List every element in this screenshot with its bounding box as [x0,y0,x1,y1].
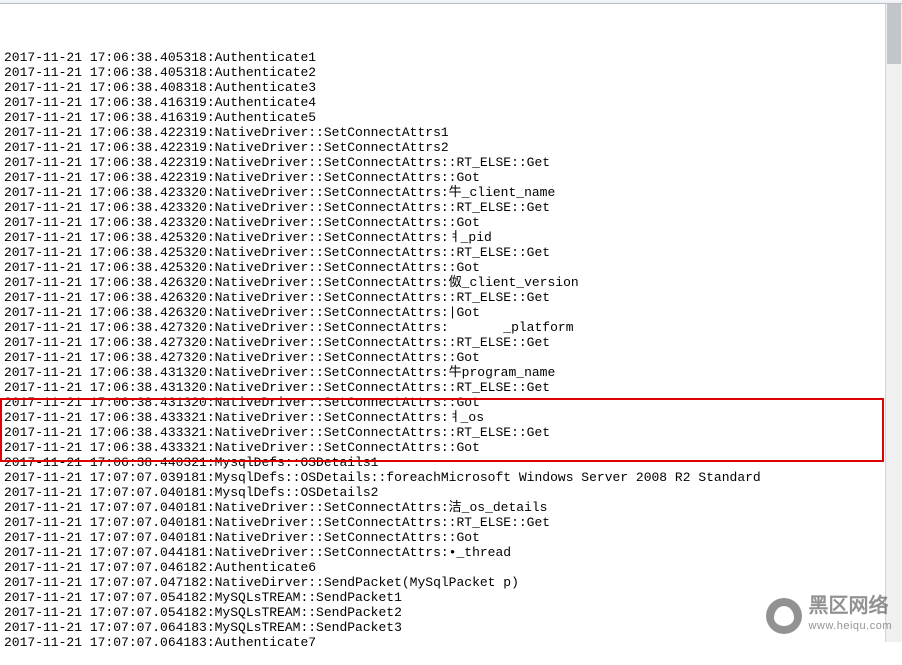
mushroom-icon [766,598,802,634]
log-line: 2017-11-21 17:06:38.416319:Authenticate5 [4,110,898,125]
log-line: 2017-11-21 17:06:38.423320:NativeDriver:… [4,200,898,215]
watermark-sub: www.heiqu.com [808,616,892,636]
log-line: 2017-11-21 17:07:07.040181:MysqlDefs::OS… [4,485,898,500]
log-line: 2017-11-21 17:06:38.405318:Authenticate1 [4,50,898,65]
log-line: 2017-11-21 17:06:38.423320:NativeDriver:… [4,185,898,200]
log-line: 2017-11-21 17:07:07.039181:MysqlDefs::OS… [4,470,898,485]
log-line: 2017-11-21 17:07:07.040181:NativeDriver:… [4,530,898,545]
log-line: 2017-11-21 17:06:38.422319:NativeDriver:… [4,140,898,155]
log-line: 2017-11-21 17:06:38.440321:MysqlDefs::OS… [4,455,898,470]
log-line: 2017-11-21 17:07:07.064183:Authenticate7 [4,635,898,650]
log-line: 2017-11-21 17:06:38.405318:Authenticate2 [4,65,898,80]
log-line: 2017-11-21 17:07:07.064183:MySQLsTREAM::… [4,620,898,635]
log-line: 2017-11-21 17:06:38.422319:NativeDriver:… [4,155,898,170]
scroll-thumb[interactable] [887,4,901,64]
log-line: 2017-11-21 17:06:38.425320:NativeDriver:… [4,230,898,245]
log-line: 2017-11-21 17:06:38.422319:NativeDriver:… [4,125,898,140]
log-line: 2017-11-21 17:06:38.427320:NativeDriver:… [4,335,898,350]
log-line: 2017-11-21 17:06:38.433321:NativeDriver:… [4,425,898,440]
vertical-scrollbar[interactable] [885,4,902,642]
log-line: 2017-11-21 17:06:38.433321:NativeDriver:… [4,410,898,425]
log-line: 2017-11-21 17:06:38.423320:NativeDriver:… [4,215,898,230]
log-line: 2017-11-21 17:06:38.431320:NativeDriver:… [4,380,898,395]
log-line: 2017-11-21 17:07:07.040181:NativeDriver:… [4,515,898,530]
log-text-area[interactable]: 2017-11-21 17:06:38.405318:Authenticate1… [0,4,902,665]
log-line: 2017-11-21 17:06:38.427320:NativeDriver:… [4,320,898,335]
log-line: 2017-11-21 17:06:38.427320:NativeDriver:… [4,350,898,365]
log-line: 2017-11-21 17:07:07.046182:Authenticate6 [4,560,898,575]
log-line: 2017-11-21 17:06:38.408318:Authenticate3 [4,80,898,95]
log-line: 2017-11-21 17:06:38.425320:NativeDriver:… [4,260,898,275]
log-line: 2017-11-21 17:06:38.426320:NativeDriver:… [4,305,898,320]
log-line: 2017-11-21 17:06:38.422319:NativeDriver:… [4,170,898,185]
watermark-main: 黑区网络 [808,596,892,616]
log-line: 2017-11-21 17:06:38.431320:NativeDriver:… [4,365,898,380]
log-line: 2017-11-21 17:06:38.431320:NativeDriver:… [4,395,898,410]
log-line: 2017-11-21 17:06:38.426320:NativeDriver:… [4,275,898,290]
log-line: 2017-11-21 17:07:07.040181:NativeDriver:… [4,500,898,515]
log-line: 2017-11-21 17:06:38.416319:Authenticate4 [4,95,898,110]
log-line: 2017-11-21 17:06:38.433321:NativeDriver:… [4,440,898,455]
log-line: 2017-11-21 17:07:07.044181:NativeDriver:… [4,545,898,560]
log-line: 2017-11-21 17:06:38.425320:NativeDriver:… [4,245,898,260]
log-line: 2017-11-21 17:07:07.054182:MySQLsTREAM::… [4,605,898,620]
log-line: 2017-11-21 17:07:07.047182:NativeDirver:… [4,575,898,590]
log-line: 2017-11-21 17:06:38.426320:NativeDriver:… [4,290,898,305]
log-line: 2017-11-21 17:07:07.054182:MySQLsTREAM::… [4,590,898,605]
watermark: 黑区网络 www.heiqu.com [766,596,892,636]
